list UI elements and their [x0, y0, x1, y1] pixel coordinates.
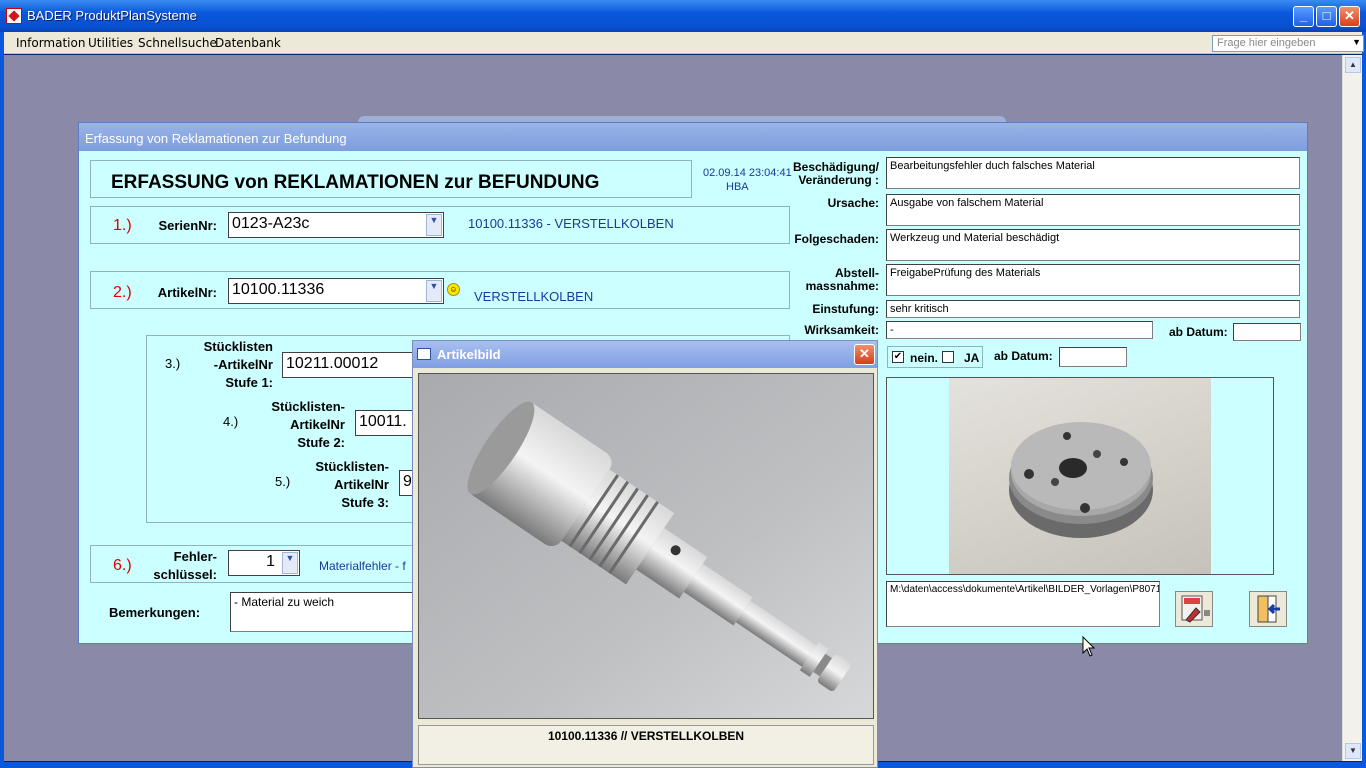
cause-field[interactable]: Ausgabe von falschem Material: [886, 194, 1300, 226]
fault-label-line1: Fehler-: [173, 549, 217, 564]
window-frame-right: [1362, 32, 1366, 768]
window-titlebar: BADER ProduktPlanSysteme _ □ ✕: [0, 0, 1366, 32]
menu-schnellsuche[interactable]: Schnellsuche: [138, 36, 217, 50]
effectiveness-field[interactable]: -: [886, 321, 1153, 339]
fault-value: 1: [266, 553, 275, 570]
damage-field[interactable]: Bearbeitungsfehler duch falsches Materia…: [886, 157, 1300, 189]
article-value: 10100.11336: [232, 281, 325, 298]
scroll-down-icon[interactable]: ▼: [1345, 743, 1361, 759]
remarks-label: Bemerkungen:: [109, 605, 201, 620]
disc-photo-icon: [1009, 422, 1153, 538]
rating-field[interactable]: sehr kritisch: [886, 300, 1300, 318]
exit-door-icon: [1257, 595, 1280, 623]
article-info: VERSTELLKOLBEN: [474, 289, 594, 304]
remedy-field[interactable]: FreigabePrüfung des Materials: [886, 264, 1300, 296]
user-code: HBA: [726, 181, 749, 193]
cause-label: Ursache:: [827, 196, 879, 210]
dialog-titlebar: Artikelbild: [413, 341, 877, 368]
window-title: BADER ProduktPlanSysteme: [27, 8, 197, 23]
piston-photo-icon: [419, 374, 873, 718]
chevron-down-icon[interactable]: ▼: [426, 214, 442, 236]
bom2-label-line1: Stücklisten-: [271, 399, 345, 414]
app-icon: [6, 8, 22, 24]
maximize-button[interactable]: □: [1316, 6, 1337, 27]
help-search-input[interactable]: Frage hier eingeben ▼: [1212, 35, 1364, 52]
step-2-label: 2.): [113, 284, 132, 301]
menu-datenbank[interactable]: Datenbank: [215, 36, 281, 50]
effectiveness-label: Wirksamkeit:: [804, 323, 879, 337]
step-5-label: 5.): [275, 474, 291, 489]
fault-combo[interactable]: 1 ▼: [228, 550, 300, 576]
serial-label: SerienNr:: [158, 218, 217, 233]
article-label: ArtikelNr:: [157, 285, 217, 300]
bom3-label-line2: ArtikelNr: [334, 477, 389, 492]
serial-combo[interactable]: 0123-A23c ▼: [228, 212, 444, 238]
bom2-label-line3: Stufe 2:: [297, 435, 345, 450]
rating-label: Einstufung:: [812, 302, 879, 316]
form-titlebar: Erfassung von Reklamationen zur Befundun…: [79, 123, 1307, 151]
close-button[interactable]: ✕: [1339, 6, 1360, 27]
nein-checkbox[interactable]: ✔: [892, 351, 904, 363]
ja-label: JA: [964, 351, 980, 365]
step-3-label: 3.): [165, 356, 181, 371]
fault-label-line2: schlüssel:: [153, 567, 217, 582]
article-image-dialog: Artikelbild ✕ 10100.11336 // VERSTELLKOL…: [412, 340, 878, 768]
damage-label-line2: Veränderung :: [798, 173, 879, 187]
image-edit-button[interactable]: [1175, 591, 1213, 627]
bom1-label-line3: Stufe 1:: [225, 375, 273, 390]
chevron-down-icon[interactable]: ▼: [426, 280, 442, 302]
bom1-field[interactable]: 10211.00012: [282, 352, 422, 378]
page-title: ERFASSUNG von REKLAMATIONEN zur BEFUNDUN…: [111, 172, 600, 193]
bom2-label-line2: ArtikelNr: [290, 417, 345, 432]
step-4-label: 4.): [223, 414, 239, 429]
scroll-up-icon[interactable]: ▲: [1345, 57, 1361, 73]
image-path-field[interactable]: M:\daten\access\dokumente\Artikel\BILDER…: [886, 581, 1160, 627]
vertical-scrollbar[interactable]: ▲ ▼: [1342, 55, 1362, 761]
bom3-label-line1: Stücklisten-: [315, 459, 389, 474]
step-1-label: 1.): [113, 217, 132, 234]
menu-bar: Information Utilities Schnellsuche Daten…: [4, 32, 1364, 54]
check-date-field[interactable]: [1059, 347, 1127, 367]
damage-label-line1: Beschädigung/: [792, 160, 879, 174]
remedy-label-line2: massnahme:: [805, 279, 879, 293]
bom1-label-line1: Stücklisten: [203, 339, 273, 354]
menu-information[interactable]: Information: [16, 36, 85, 50]
bom3-label-line3: Stufe 3:: [341, 495, 389, 510]
check-group: ✔ nein. JA: [887, 346, 983, 368]
consequence-field[interactable]: Werkzeug und Material beschädigt: [886, 229, 1300, 261]
heading-box: ERFASSUNG von REKLAMATIONEN zur BEFUNDUN…: [90, 160, 692, 198]
remarks-field[interactable]: - Material zu weich: [230, 592, 420, 632]
mouse-cursor-icon: [1082, 636, 1096, 657]
serial-info: 10100.11336 - VERSTELLKOLBEN: [468, 216, 674, 231]
nein-label: nein.: [910, 351, 939, 365]
ja-checkbox[interactable]: [942, 351, 954, 363]
dialog-form-icon: [417, 348, 431, 360]
minimize-button[interactable]: _: [1293, 6, 1314, 27]
remedy-label-line1: Abstell-: [834, 266, 879, 280]
dialog-photo: [418, 373, 874, 719]
bom1-label-line2: -ArtikelNr: [213, 357, 273, 372]
step-6-label: 6.): [113, 557, 132, 574]
exit-button[interactable]: [1249, 591, 1287, 627]
chevron-down-icon[interactable]: ▼: [282, 552, 298, 574]
check-date-label: ab Datum:: [994, 349, 1053, 363]
edit-image-icon: [1181, 595, 1210, 623]
dialog-title: Artikelbild: [437, 347, 501, 362]
fault-info: Materialfehler - f: [319, 559, 406, 573]
effectiveness-date-label: ab Datum:: [1169, 325, 1228, 339]
help-search-placeholder: Frage hier eingeben: [1217, 37, 1316, 49]
article-image-frame: [886, 377, 1274, 575]
bom2-field[interactable]: 10011.: [355, 410, 415, 436]
menu-utilities[interactable]: Utilities: [88, 36, 133, 50]
article-image: [949, 378, 1211, 574]
dialog-close-button[interactable]: ✕: [854, 344, 875, 365]
dialog-caption: 10100.11336 // VERSTELLKOLBEN: [418, 725, 874, 765]
smiley-icon[interactable]: ☺: [447, 283, 460, 296]
effectiveness-date-field[interactable]: [1233, 323, 1301, 341]
consequence-label: Folgeschaden:: [794, 232, 879, 246]
article-combo[interactable]: 10100.11336 ▼: [228, 278, 444, 304]
chevron-down-icon[interactable]: ▼: [1352, 37, 1361, 47]
serial-value: 0123-A23c: [232, 215, 310, 232]
